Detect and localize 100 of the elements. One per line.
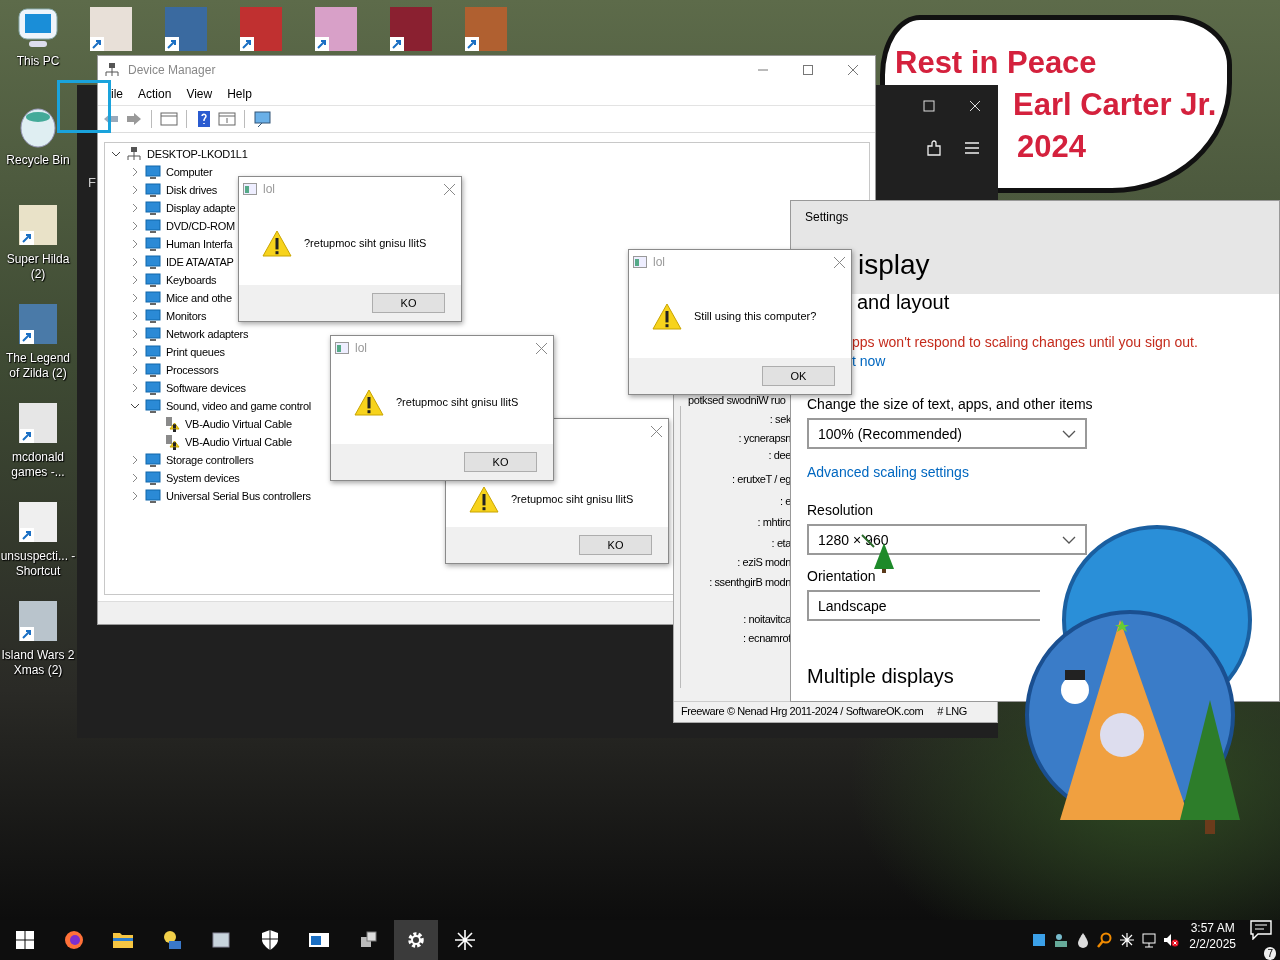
dialog-message: ?retupmoc siht gnisu llitS — [304, 237, 427, 249]
maximize-icon — [802, 64, 813, 75]
device-icon — [145, 397, 161, 414]
tree-item[interactable]: Display adapte — [166, 201, 236, 214]
close-button[interactable] — [444, 183, 455, 195]
language-link[interactable]: # LNG — [937, 705, 968, 717]
properties-icon — [160, 109, 178, 128]
network-computer-icon — [104, 61, 120, 78]
shortcut-icon — [88, 5, 134, 53]
tree-item[interactable]: Mice and othe — [166, 291, 232, 304]
tree-item[interactable]: DESKTOP-LKOD1L1 — [147, 147, 248, 160]
search-icon — [1097, 932, 1114, 948]
notifications-button[interactable]: 7 — [1246, 920, 1280, 960]
shortcut-icon — [463, 5, 509, 53]
device-icon — [145, 235, 161, 252]
notification-count: 7 — [1264, 947, 1276, 960]
menu-item[interactable]: Action — [138, 86, 172, 101]
tree-item[interactable]: IDE ATA/ATAP — [166, 255, 234, 268]
mirrored-label: potksed swodniW ruo — [688, 394, 786, 406]
network-icon — [1141, 932, 1158, 948]
tray-button[interactable] — [1097, 932, 1114, 948]
close-button[interactable] — [651, 425, 662, 437]
tree-item[interactable]: Human Interfa — [166, 237, 233, 250]
warning-icon — [354, 388, 384, 416]
resolution-dropdown[interactable]: 1280 × 960 — [807, 524, 1087, 555]
copyright-text: Freeware © Nenad Hrg 2011-2024 / SoftwareOK.com — [681, 705, 924, 717]
chat-bubble-icon — [1250, 920, 1272, 940]
dialog-message: Still using this computer? — [694, 310, 817, 322]
ok-button[interactable]: KO — [372, 293, 445, 313]
tree-item[interactable]: VB-Audio Virtual Cable — [185, 435, 292, 448]
device-icon — [145, 451, 161, 468]
chevron-down-icon — [1062, 535, 1076, 544]
device-icon — [145, 271, 161, 288]
close-button[interactable] — [536, 342, 547, 354]
ok-button[interactable]: KO — [464, 452, 537, 472]
menu-item[interactable]: View — [186, 86, 213, 101]
device-icon — [145, 253, 161, 270]
tree-item[interactable]: VB-Audio Virtual Cable — [185, 417, 292, 430]
tree-item[interactable]: Computer — [166, 165, 213, 178]
clock-date: 2/2/2025 — [1189, 936, 1236, 952]
banner-text: 2024 — [1017, 128, 1087, 166]
tree-item[interactable]: Universal Serial Bus controllers — [166, 489, 311, 502]
tray-button[interactable] — [1031, 932, 1048, 948]
taskbar-button[interactable] — [394, 920, 438, 960]
settings-icon — [405, 929, 427, 951]
icon-label: Super Hilda (2) — [5, 252, 71, 282]
tree-item[interactable]: Sound, video and game control — [166, 399, 312, 412]
device-icon — [145, 361, 161, 378]
sign-out-link[interactable]: t now — [852, 353, 1279, 369]
tree-item[interactable]: Processors — [166, 363, 219, 376]
icon-label: unsuspecti... - Shortcut — [0, 549, 76, 579]
menu-item[interactable]: ile — [111, 86, 123, 101]
toolbar-button[interactable] — [160, 109, 178, 128]
scaling-notice: pps won't respond to scaling changes until you sign out. — [852, 334, 1199, 350]
tree-item[interactable]: Print queues — [166, 345, 225, 358]
device-icon — [145, 181, 161, 198]
tree-item[interactable]: Monitors — [166, 309, 207, 322]
dialog-title: lol — [355, 341, 367, 355]
close-icon — [444, 183, 455, 195]
section-heading: and layout — [857, 291, 951, 313]
tree-item[interactable]: DVD/CD-ROM — [166, 219, 235, 232]
advanced-scaling-link[interactable]: Advanced scaling settings — [807, 464, 969, 480]
window-icon — [335, 342, 349, 354]
banner-text: Earl Carter Jr. — [1013, 86, 1218, 124]
warning-icon — [469, 485, 499, 513]
orientation-dropdown[interactable]: Landscape — [807, 590, 1040, 621]
tray-button[interactable] — [1141, 932, 1158, 948]
toolbar-button[interactable] — [253, 109, 271, 128]
window-icon — [243, 183, 257, 195]
people-icon — [1053, 932, 1070, 948]
field-label: Orientation — [807, 568, 876, 584]
ok-button[interactable]: KO — [579, 535, 652, 555]
device-icon — [145, 289, 161, 306]
tree-item[interactable]: Network adapters — [166, 327, 249, 340]
tree-item[interactable]: Keyboards — [166, 273, 217, 286]
window-title: Device Manager — [128, 62, 216, 77]
scale-dropdown[interactable]: 100% (Recommended) — [807, 418, 1087, 449]
icon-label: This PC — [15, 54, 61, 69]
tray-button[interactable] — [1053, 932, 1070, 948]
toolbar-button[interactable] — [195, 109, 213, 128]
icon-label: Recycle Bin — [5, 153, 71, 168]
maximize-icon — [923, 100, 935, 112]
dialog-title: lol — [263, 182, 275, 196]
tray-button[interactable] — [1163, 932, 1180, 948]
icon-label: The Legend of Zilda (2) — [4, 351, 72, 381]
network-computer-icon — [126, 145, 142, 162]
menu-item[interactable]: Help — [227, 86, 252, 101]
tree-item[interactable]: Disk drives — [166, 183, 218, 196]
dialog-message: ?retupmoc siht gnisu llitS — [396, 396, 519, 408]
puzzle-icon — [925, 139, 943, 157]
tree-item[interactable]: System devices — [166, 471, 240, 484]
tray-button[interactable] — [1119, 932, 1136, 948]
window-title: Settings — [805, 210, 850, 224]
tree-item[interactable]: Storage controllers — [166, 453, 254, 466]
ok-button[interactable]: OK — [762, 366, 835, 386]
close-button[interactable] — [834, 256, 845, 268]
tree-item[interactable]: Software devices — [166, 381, 246, 394]
clock-time: 3:57 AM — [1190, 920, 1235, 936]
device-icon — [145, 163, 161, 180]
help-icon — [195, 109, 213, 128]
